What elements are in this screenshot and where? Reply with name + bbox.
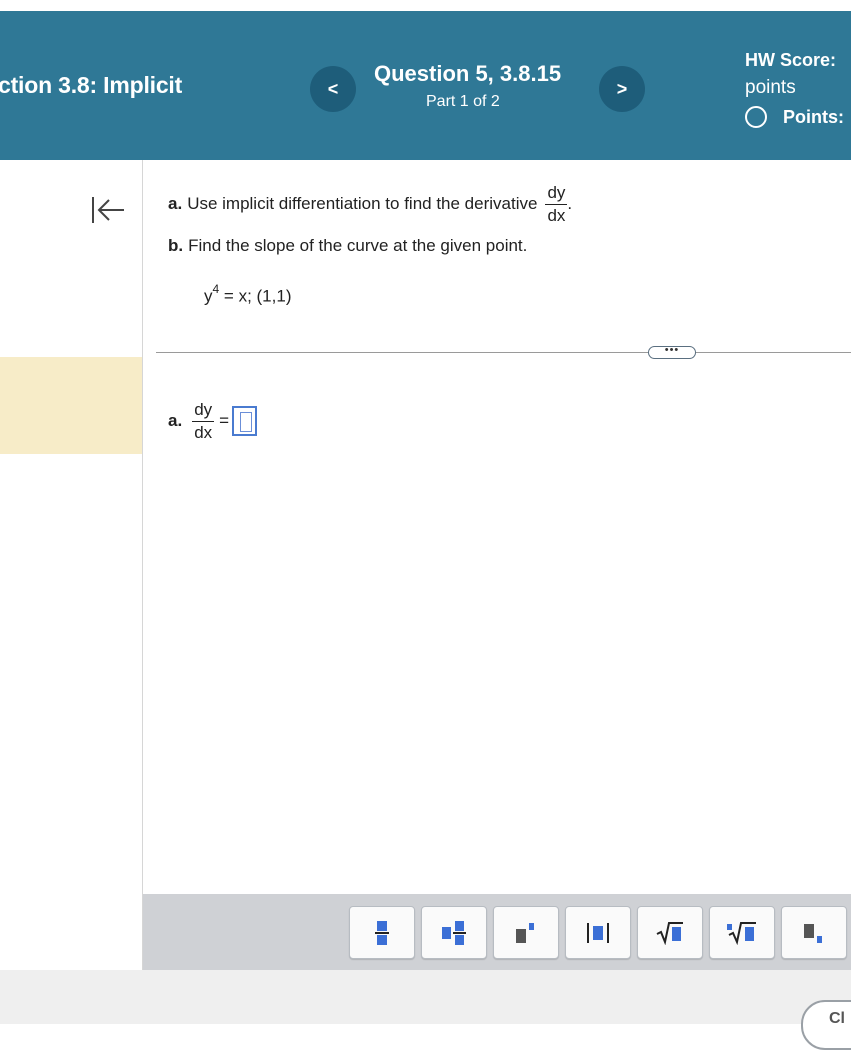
answer-denominator: dx	[194, 422, 213, 442]
subscript-icon	[804, 923, 822, 943]
part-b-label: b.	[168, 236, 184, 255]
section-title: ction 3.8: Implicit	[0, 72, 183, 98]
exponent-button[interactable]	[493, 906, 559, 959]
answer-input[interactable]	[232, 406, 258, 437]
absolute-value-icon	[587, 922, 609, 943]
question-title: Question 5, 3.8.15	[374, 61, 562, 86]
fraction-denominator: dx	[547, 205, 566, 225]
hw-points-text: points	[745, 77, 796, 98]
fraction-numerator: dy	[545, 183, 568, 205]
top-strip	[0, 0, 851, 11]
more-options-button[interactable]: •••	[648, 345, 696, 359]
square-root-icon	[656, 921, 683, 945]
part-a-label: a.	[168, 194, 183, 214]
mixed-number-icon	[442, 920, 466, 945]
fraction-icon	[375, 920, 389, 945]
answer-fraction: dy dx	[192, 400, 215, 442]
absolute-value-button[interactable]	[565, 906, 631, 959]
left-panel	[0, 160, 142, 970]
nth-root-button[interactable]	[709, 906, 775, 959]
circle-icon	[745, 106, 767, 128]
math-toolbar	[143, 894, 851, 970]
hw-score-label: HW Score:	[745, 50, 837, 70]
fraction-button[interactable]	[349, 906, 415, 959]
equation: y4 = x; (1,1)	[204, 282, 292, 307]
part-b-text: Find the slope of the curve at the given…	[188, 236, 528, 255]
part-a-text: Use implicit differentiation to find the…	[187, 194, 538, 214]
separator-line	[156, 352, 851, 353]
exponent-icon	[516, 922, 534, 943]
answer-label: a.	[168, 411, 183, 431]
mixed-number-button[interactable]	[421, 906, 487, 959]
answer-numerator: dy	[192, 400, 215, 422]
equals-sign: =	[219, 411, 230, 431]
period: .	[567, 194, 573, 214]
next-question-button[interactable]: >	[599, 66, 645, 112]
close-button[interactable]: Cl	[801, 1000, 851, 1050]
question-content: a. Use implicit differentiation to find …	[143, 160, 851, 894]
part-a-instruction: a. Use implicit differentiation to find …	[168, 183, 572, 225]
points-label: Points:	[783, 106, 844, 127]
nth-root-icon	[727, 921, 756, 945]
equation-rest: = x; (1,1)	[223, 286, 292, 306]
part-b-instruction: b. Find the slope of the curve at the gi…	[168, 236, 527, 256]
question-part: Part 1 of 2	[426, 93, 500, 110]
answer-row: a. dy dx =	[168, 400, 258, 442]
equation-exponent: 4	[212, 282, 220, 296]
points-row: Points:	[745, 106, 844, 128]
subscript-button[interactable]	[781, 906, 847, 959]
left-panel-highlight	[0, 357, 142, 454]
previous-question-button[interactable]: <	[310, 66, 356, 112]
derivative-fraction: dy dx	[545, 183, 568, 225]
equation-base: y	[204, 286, 213, 306]
collapse-panel-icon[interactable]	[90, 195, 126, 225]
bottom-area	[0, 970, 851, 1024]
square-root-button[interactable]	[637, 906, 703, 959]
question-header: ction 3.8: Implicit < Question 5, 3.8.15…	[0, 11, 851, 160]
